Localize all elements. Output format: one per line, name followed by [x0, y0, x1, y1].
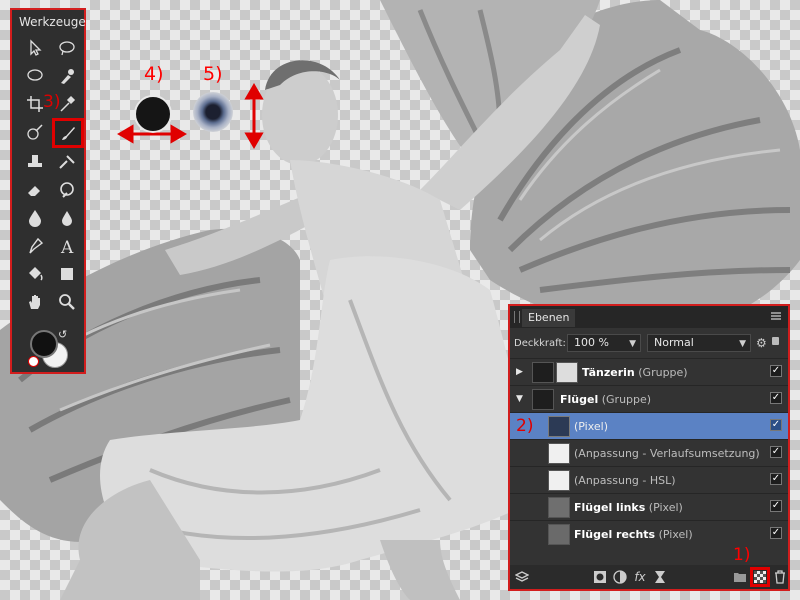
dodge-icon[interactable]	[54, 178, 80, 202]
annotation-5: 5)	[203, 63, 223, 85]
opacity-label: Deckkraft:	[514, 338, 566, 349]
blur-icon[interactable]	[22, 206, 48, 230]
layer-row-pixel-selected[interactable]: 2) (Pixel) ✓	[510, 412, 788, 439]
zoom-icon[interactable]	[54, 290, 80, 314]
blend-mode-value: Normal	[654, 336, 694, 349]
annotation-1: 1)	[733, 545, 751, 565]
paint-brush-icon[interactable]	[52, 118, 84, 148]
layer-row-taenzerin[interactable]: ▶ Tänzerin (Gruppe) ✓	[510, 358, 788, 385]
no-color-icon[interactable]	[28, 356, 39, 367]
fx-icon[interactable]: fx	[632, 569, 648, 585]
layer-name: Flügel links	[574, 501, 646, 514]
folder-icon[interactable]	[732, 569, 748, 585]
lasso-icon[interactable]	[22, 64, 48, 88]
opacity-field[interactable]: 100 % ▼	[567, 334, 641, 352]
brush-preview-soft	[193, 92, 233, 132]
layer-row-fluegel-links[interactable]: Flügel links (Pixel) ✓	[510, 493, 788, 520]
svg-text:A: A	[60, 238, 74, 255]
annotation-4: 4)	[144, 63, 164, 85]
layer-name: (Pixel)	[574, 420, 609, 433]
layer-name: Flügel	[560, 393, 599, 406]
layers-bottom-bar: fx	[510, 565, 788, 589]
layer-row-fluegel[interactable]: ▼ Flügel (Gruppe) ✓	[510, 385, 788, 412]
panel-menu-icon[interactable]	[770, 310, 782, 322]
smudge-icon[interactable]	[54, 64, 80, 88]
layers-tab-bar: Ebenen	[510, 306, 788, 328]
layer-name: (Anpassung - HSL)	[574, 474, 676, 487]
shape-icon[interactable]	[54, 262, 80, 286]
layer-name: (Anpassung - Verlaufsumsetzung)	[574, 447, 760, 460]
layer-type: (Pixel)	[648, 501, 683, 514]
eraser-icon[interactable]	[22, 178, 48, 202]
opacity-value: 100 %	[574, 336, 609, 349]
eyedropper-icon[interactable]	[54, 92, 80, 116]
blend-mode-dropdown-icon: ▼	[739, 339, 746, 349]
move-icon[interactable]	[22, 36, 48, 60]
layer-visibility-thumb	[532, 362, 554, 383]
fill-icon[interactable]	[22, 262, 48, 286]
blend-mode-select[interactable]: Normal ▼	[647, 334, 751, 352]
mask-icon[interactable]	[592, 569, 608, 585]
panel-grip-icon[interactable]	[514, 311, 520, 323]
tools-panel-title: Werkzeuge	[19, 15, 86, 29]
swap-colors-icon[interactable]: ↺	[58, 328, 67, 341]
tab-ebenen[interactable]: Ebenen	[522, 309, 576, 327]
layer-visibility-checkbox[interactable]: ✓	[770, 473, 782, 485]
opacity-dropdown-icon: ▼	[629, 339, 636, 349]
layer-visibility-checkbox[interactable]: ✓	[770, 527, 782, 539]
layer-thumbnail	[548, 524, 570, 545]
select-icon[interactable]	[54, 36, 80, 60]
layer-row-fluegel-rechts[interactable]: Flügel rechts (Pixel) ✓	[510, 520, 788, 547]
layer-thumbnail	[548, 497, 570, 518]
text-icon[interactable]: A	[54, 234, 80, 258]
layer-type: (Pixel)	[658, 528, 693, 541]
tools-panel: Werkzeuge 3) A ↺	[10, 8, 86, 374]
color-swatches[interactable]: ↺	[28, 328, 74, 370]
brush-preview-hard	[134, 95, 172, 133]
live-filter-icon[interactable]	[652, 569, 668, 585]
layer-visibility-checkbox[interactable]: ✓	[770, 392, 782, 404]
stamp-icon[interactable]	[22, 150, 48, 174]
adjustment-thumbnail	[548, 470, 570, 491]
expand-arrow-icon[interactable]: ▶	[516, 367, 523, 377]
drop-icon[interactable]	[54, 206, 80, 230]
layer-visibility-checkbox[interactable]: ✓	[770, 419, 782, 431]
layer-visibility-checkbox[interactable]: ✓	[770, 500, 782, 512]
hand-icon[interactable]	[22, 290, 48, 314]
layer-type: (Gruppe)	[601, 393, 652, 406]
pixel-brush-icon[interactable]	[54, 150, 80, 174]
lock-icon[interactable]	[772, 337, 779, 345]
add-pixel-layer-icon[interactable]	[750, 567, 770, 587]
layer-name: Flügel rechts	[574, 528, 656, 541]
layer-visibility-checkbox[interactable]: ✓	[770, 446, 782, 458]
layer-visibility-checkbox[interactable]: ✓	[770, 365, 782, 377]
collapse-arrow-icon[interactable]: ▼	[516, 394, 523, 404]
layer-thumbnail	[556, 362, 578, 383]
adjustment-icon[interactable]	[612, 569, 628, 585]
layer-row-hsl[interactable]: (Anpassung - HSL) ✓	[510, 466, 788, 493]
annotation-2: 2)	[516, 416, 534, 436]
trash-icon[interactable]	[772, 569, 788, 585]
layer-thumbnail	[548, 416, 570, 437]
color-picker-icon[interactable]	[22, 120, 48, 144]
settings-gear-icon[interactable]: ⚙	[756, 336, 767, 350]
layer-name: Tänzerin	[582, 366, 635, 379]
layer-row-verlaufsumsetzung[interactable]: (Anpassung - Verlaufsumsetzung) ✓	[510, 439, 788, 466]
layers-stack-icon[interactable]	[514, 569, 530, 585]
adjustment-thumbnail	[548, 443, 570, 464]
layer-type: (Gruppe)	[638, 366, 688, 379]
foreground-color-swatch[interactable]	[30, 330, 58, 358]
layers-options-bar: Deckkraft: 100 % ▼ Normal ▼ ⚙	[510, 332, 788, 356]
layer-thumbnail	[532, 389, 554, 410]
pen-icon[interactable]	[22, 234, 48, 258]
